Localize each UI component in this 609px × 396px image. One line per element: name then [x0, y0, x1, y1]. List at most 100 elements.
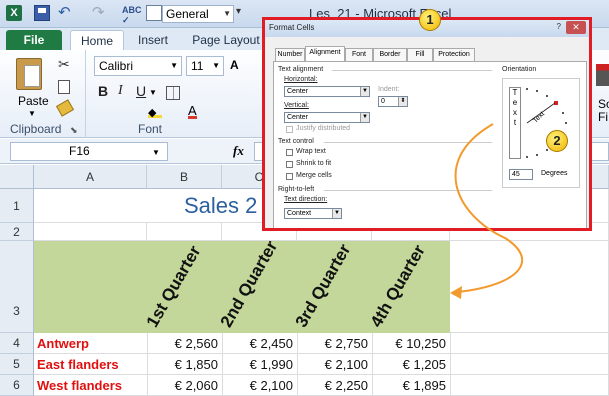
gridline	[372, 333, 373, 396]
row-header-2[interactable]: 2	[0, 223, 34, 241]
vertical-text-button[interactable]: T e x t	[509, 87, 521, 159]
tab-number[interactable]: Number	[275, 48, 305, 61]
sales-value: € 2,060	[174, 378, 218, 393]
sales-value: € 1,205	[402, 357, 446, 372]
cell-f3[interactable]	[450, 241, 609, 333]
shrink-to-fit-checkbox[interactable]	[286, 161, 293, 168]
tab-alignment[interactable]: Alignment	[305, 46, 345, 61]
tab-protection[interactable]: Protection	[433, 48, 475, 61]
chevron-down-icon: ▼	[212, 61, 220, 70]
clipboard-group: Paste ▼ ✂ Clipboard ⬊	[0, 50, 86, 138]
dial-text: Text	[532, 111, 546, 125]
fill-color-icon[interactable]: ◆	[148, 106, 162, 119]
help-icon[interactable]: ?	[557, 22, 561, 31]
insert-function-icon[interactable]: fx	[233, 143, 244, 159]
close-icon[interactable]: ✕	[566, 21, 586, 34]
row-header-3[interactable]: 3	[0, 241, 34, 333]
sort-filter-label[interactable]: So Fi	[598, 98, 609, 124]
chevron-down-icon[interactable]: ▼	[152, 148, 160, 157]
vertical-value: Center	[287, 114, 309, 121]
tab-fill[interactable]: Fill	[407, 48, 433, 61]
gridline	[147, 333, 148, 396]
cut-icon[interactable]: ✂	[58, 56, 70, 73]
customize-qat-icon[interactable]: ▾	[236, 6, 241, 17]
paste-icon[interactable]	[16, 58, 42, 90]
horizontal-value: Center	[287, 88, 309, 95]
section-orientation: Orientation	[502, 66, 537, 73]
divider	[324, 190, 492, 191]
font-name-dropdown[interactable]: Calibri ▼	[94, 56, 182, 76]
text-direction-value: Context	[287, 210, 312, 217]
tab-file[interactable]: File	[6, 30, 62, 50]
column-header-a[interactable]: A	[34, 165, 147, 189]
tab-page-layout[interactable]: Page Layout	[186, 30, 266, 50]
tab-border[interactable]: Border	[373, 48, 407, 61]
gridline	[222, 333, 223, 396]
name-box[interactable]: F16	[10, 142, 168, 161]
row-header-6[interactable]: 6	[0, 375, 34, 396]
clipboard-group-label: Clipboard	[10, 122, 62, 136]
spelling-icon[interactable]: ABC ✓	[122, 5, 142, 25]
horizontal-dropdown[interactable]: Center ▼	[284, 86, 370, 97]
city-label: West flanders	[37, 378, 123, 393]
vertical-dropdown[interactable]: Center ▼	[284, 112, 370, 123]
tab-font[interactable]: Font	[345, 48, 373, 61]
merge-cells-checkbox[interactable]	[286, 173, 293, 180]
font-color-icon[interactable]: A	[188, 104, 197, 119]
format-cells-dialog: Format Cells ? ✕ Number Alignment Font B…	[262, 17, 592, 231]
alignment-panel: Text alignment Horizontal: Center ▼ Inde…	[273, 61, 587, 228]
chevron-down-icon[interactable]: ▼	[28, 109, 36, 118]
sales-value: € 2,560	[174, 336, 218, 351]
orientation-box: T e x t Text 45 Degrees	[502, 78, 580, 188]
justify-distributed-checkbox[interactable]	[286, 126, 293, 133]
row-header-1[interactable]: 1	[0, 189, 34, 223]
text-direction-dropdown[interactable]: Context ▼	[284, 208, 342, 219]
sales-value: € 1,850	[174, 357, 218, 372]
dialog-title: Format Cells	[269, 23, 315, 32]
number-format-dropdown[interactable]: General ▼	[162, 5, 234, 23]
gridline	[297, 333, 298, 396]
indent-spinner[interactable]: 0 ⬍	[378, 96, 408, 107]
chevron-down-icon: ▼	[360, 87, 369, 96]
row-header-5[interactable]: 5	[0, 354, 34, 375]
borders-icon[interactable]	[166, 86, 180, 100]
indent-value: 0	[381, 98, 385, 105]
underline-icon[interactable]: U	[136, 83, 146, 99]
number-format-value: General	[166, 7, 209, 21]
degrees-value: 45	[512, 171, 520, 178]
excel-app-icon[interactable]: X	[6, 5, 22, 21]
bold-icon[interactable]: B	[98, 83, 108, 99]
sales-value: € 2,450	[249, 336, 293, 351]
column-header-b[interactable]: B	[147, 165, 222, 189]
chevron-down-icon[interactable]: ▼	[149, 88, 157, 97]
undo-icon[interactable]: ↶	[58, 5, 74, 21]
paste-button[interactable]: Paste	[18, 94, 49, 108]
orientation-dial[interactable]: Text	[523, 85, 575, 161]
copy-icon[interactable]	[58, 80, 70, 94]
sort-filter-icon[interactable]	[596, 64, 609, 86]
city-label: Antwerp	[37, 336, 89, 351]
format-painter-icon[interactable]	[55, 99, 75, 117]
sales-value: € 2,250	[324, 378, 368, 393]
wrap-text-checkbox[interactable]	[286, 149, 293, 156]
select-all-corner[interactable]	[0, 165, 34, 189]
grow-font-icon[interactable]: A	[230, 58, 239, 72]
row-header-4[interactable]: 4	[0, 333, 34, 354]
tab-insert[interactable]: Insert	[130, 30, 176, 50]
degrees-spinner[interactable]: 45	[509, 169, 533, 180]
chevron-down-icon: ▼	[332, 209, 341, 218]
chevron-down-icon: ▼	[223, 9, 231, 18]
italic-icon[interactable]: I	[118, 83, 123, 99]
sales-value: € 2,100	[324, 357, 368, 372]
cell-b2[interactable]	[147, 223, 222, 241]
redo-icon[interactable]: ↷	[92, 5, 108, 21]
tab-home[interactable]: Home	[70, 30, 124, 50]
save-icon[interactable]	[34, 5, 50, 21]
merge-cells-label: Merge cells	[296, 172, 332, 179]
font-name-value: Calibri	[99, 59, 134, 73]
font-group: Calibri ▼ 11 ▼ A B I U ▼ ◆ A Font	[88, 50, 260, 138]
dialog-launcher-icon[interactable]: ⬊	[70, 125, 78, 136]
format-icon[interactable]	[146, 5, 162, 21]
cell-a2[interactable]	[34, 223, 147, 241]
font-size-dropdown[interactable]: 11 ▼	[186, 56, 224, 76]
